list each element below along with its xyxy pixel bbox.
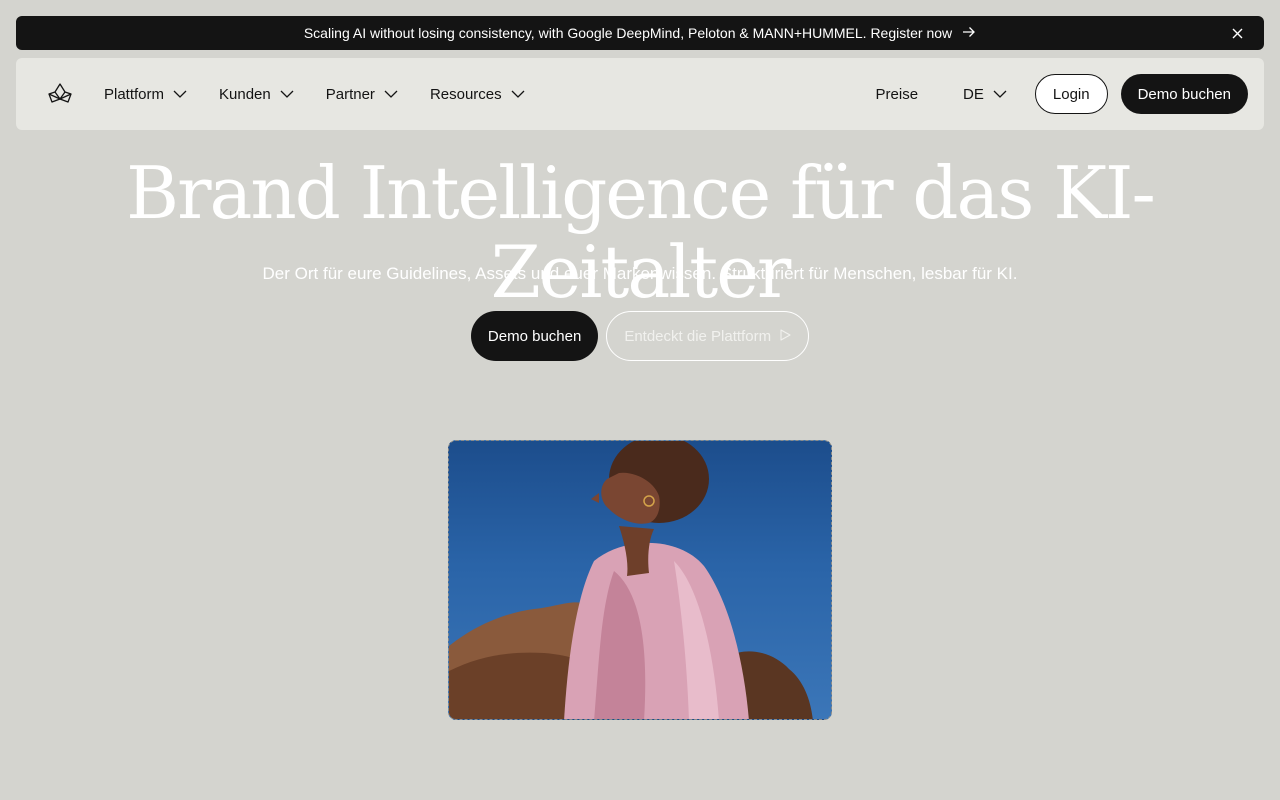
chevron-down-icon <box>993 87 1007 101</box>
nav-item-label: Kunden <box>219 85 271 103</box>
hero-subtitle: Der Ort für eure Guidelines, Assets und … <box>262 264 1018 283</box>
play-icon <box>779 328 791 345</box>
chevron-down-icon <box>384 87 398 101</box>
nav-menu: Plattform Kunden Partner Resources <box>104 86 525 103</box>
announcement-link[interactable]: Scaling AI without losing consistency, w… <box>304 25 976 41</box>
nav-item-kunden[interactable]: Kunden <box>219 86 294 103</box>
chevron-down-icon <box>511 87 525 101</box>
hero-cta-row: Demo buchen Entdeckt die Plattform <box>0 311 1280 361</box>
nav-item-resources[interactable]: Resources <box>430 86 525 103</box>
explore-platform-button[interactable]: Entdeckt die Plattform <box>606 311 810 361</box>
chevron-down-icon <box>280 87 294 101</box>
nav-actions: Preise DE Login Demo buchen <box>876 74 1248 114</box>
nav-item-plattform[interactable]: Plattform <box>104 86 187 103</box>
nav-item-pricing[interactable]: Preise <box>876 86 919 103</box>
close-icon[interactable] <box>1228 24 1246 42</box>
nav-item-label: Resources <box>429 85 502 103</box>
announcement-bar: Scaling AI without losing consistency, w… <box>16 16 1264 50</box>
hero-image <box>448 440 832 720</box>
nav-item-label: Plattform <box>104 85 165 103</box>
demo-button-hero[interactable]: Demo buchen <box>470 311 599 361</box>
language-selector[interactable]: DE <box>963 86 1007 103</box>
brand-logo-icon[interactable] <box>46 80 74 108</box>
announcement-text: Scaling AI without losing consistency, w… <box>303 25 953 41</box>
demo-button-nav[interactable]: Demo buchen <box>1120 74 1248 114</box>
main-navigation: Plattform Kunden Partner Resources Preis… <box>16 58 1264 130</box>
login-button[interactable]: Login <box>1034 74 1108 114</box>
chevron-down-icon <box>173 87 187 101</box>
explore-platform-label: Entdeckt die Plattform <box>624 327 772 345</box>
hero-image-illustration <box>449 441 813 719</box>
hero-title: Brand Intelligence für das KI-Zeitalter <box>126 151 1156 315</box>
language-label: DE <box>963 85 984 103</box>
arrow-right-icon <box>962 26 976 41</box>
page: Scaling AI without losing consistency, w… <box>0 0 1280 800</box>
nav-item-label: Partner <box>325 85 375 103</box>
nav-item-partner[interactable]: Partner <box>326 86 398 103</box>
